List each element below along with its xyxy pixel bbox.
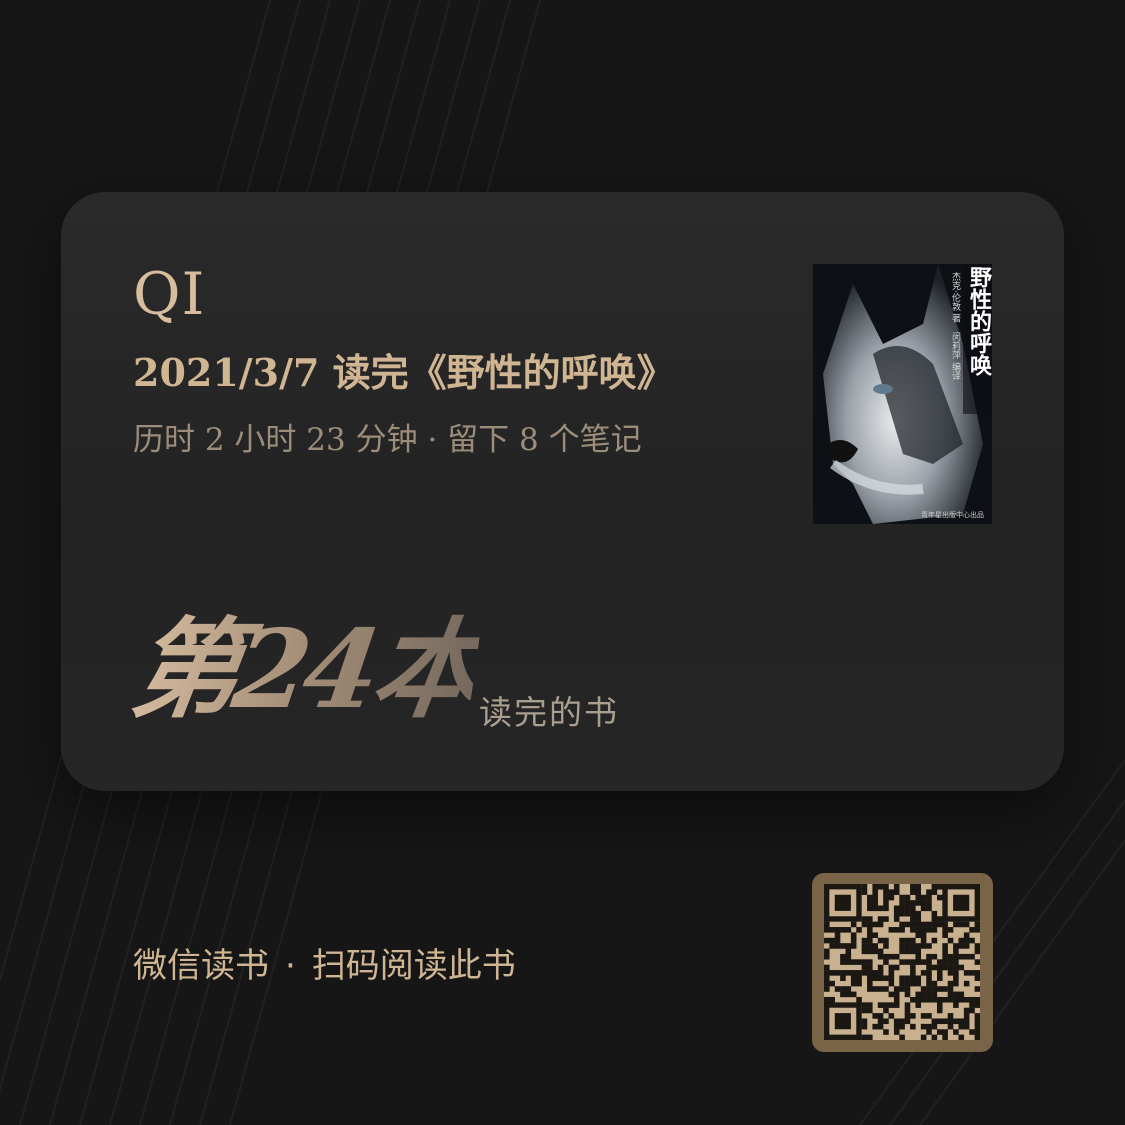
book-count-label: 读完的书 [479,693,619,732]
footer-separator: · [285,946,296,986]
book-cover-title: 野性的呼唤 [966,266,991,376]
book-cover-translator: 闵莉萍 编译 [950,332,960,380]
book-count-rank: 第24本 [123,600,485,740]
qr-code[interactable] [824,884,981,1041]
user-name: QI [133,260,206,328]
book-cover[interactable]: 野性的呼唤 杰克·伦敦 著 闵莉萍 编译 青年星出版中心出品 [813,264,992,524]
reading-stats: 历时 2 小时 23 分钟 · 留下 8 个笔记 [133,422,642,458]
scan-to-read-text: 扫码阅读此书 [311,946,516,986]
footer-caption: 微信读书 · 扫码阅读此书 [133,942,516,990]
book-cover-publisher: 青年星出版中心出品 [921,511,984,519]
finish-date-title: 2021/3/7 读完《野性的呼唤》 [133,350,675,395]
book-cover-author: 杰克·伦敦 著 [950,272,960,323]
qr-code-icon [824,884,981,1041]
app-name: 微信读书 [133,946,269,986]
